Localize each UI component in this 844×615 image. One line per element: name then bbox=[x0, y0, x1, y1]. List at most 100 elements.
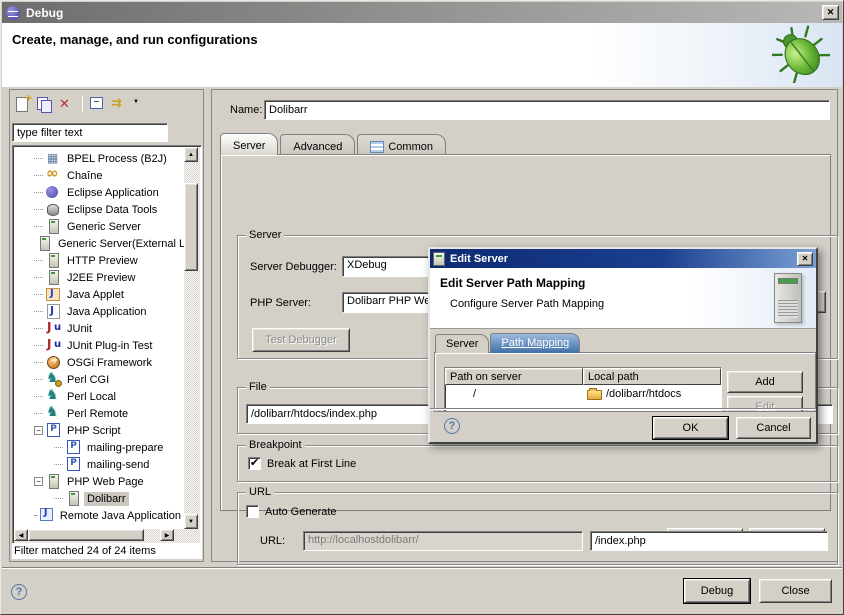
scroll-left-icon[interactable]: ◀ bbox=[14, 529, 28, 541]
cancel-button[interactable]: Cancel bbox=[736, 417, 811, 439]
dialog-subheading: Configure Server Path Mapping bbox=[450, 298, 604, 310]
delete-config-icon[interactable] bbox=[56, 94, 76, 114]
tree-item[interactable]: OSGi Framework bbox=[14, 354, 184, 371]
dialog-close-button[interactable]: ✕ bbox=[797, 252, 813, 266]
tree-guide bbox=[34, 311, 43, 312]
tree-item[interactable]: Perl Remote bbox=[14, 405, 184, 422]
folder-icon bbox=[587, 390, 602, 400]
tree-item[interactable]: HTTP Preview bbox=[14, 252, 184, 269]
close-button[interactable]: Close bbox=[759, 579, 832, 603]
tree-item[interactable]: mailing-send bbox=[14, 456, 184, 473]
tab-label: Path Mapping bbox=[501, 337, 569, 349]
tab-advanced[interactable]: Advanced bbox=[280, 134, 355, 155]
scroll-up-icon[interactable]: ▲ bbox=[184, 147, 198, 162]
tree-item-label: Generic Server bbox=[64, 220, 144, 234]
tree-guide bbox=[34, 226, 43, 227]
server-icon bbox=[65, 491, 81, 506]
tree-guide bbox=[34, 277, 43, 278]
titlebar[interactable]: Debug ✕ bbox=[2, 2, 842, 23]
tree-item-label: mailing-send bbox=[84, 458, 152, 472]
scroll-right-icon[interactable]: ▶ bbox=[160, 529, 174, 541]
edit-server-titlebar[interactable]: Edit Server ✕ bbox=[430, 249, 816, 268]
tree-item[interactable]: J2EE Preview bbox=[14, 269, 184, 286]
tree-item-label: Perl Remote bbox=[64, 407, 131, 421]
file-group-title: File bbox=[246, 381, 270, 393]
test-debugger-button: Test Debugger bbox=[252, 328, 350, 352]
collapse-all-icon[interactable] bbox=[87, 94, 107, 114]
server-group-title: Server bbox=[246, 229, 284, 241]
chain-icon bbox=[45, 168, 61, 183]
menu-dropdown-icon[interactable] bbox=[131, 94, 143, 114]
tree-item[interactable]: Java Application bbox=[14, 303, 184, 320]
tree-item-label: Perl CGI bbox=[64, 373, 112, 387]
url-path-input[interactable] bbox=[590, 531, 828, 551]
break-first-line-checkbox[interactable]: ✔ bbox=[248, 457, 261, 470]
auto-generate-checkbox[interactable]: ✔ bbox=[246, 505, 259, 518]
add-mapping-button[interactable]: Add bbox=[727, 371, 803, 393]
junit-icon bbox=[45, 321, 61, 336]
break-first-line-label: Break at First Line bbox=[267, 458, 356, 470]
help-icon[interactable]: ? bbox=[11, 584, 27, 600]
tree-item[interactable]: BPEL Process (B2J) bbox=[14, 150, 184, 167]
tree-item[interactable]: Generic Server bbox=[14, 218, 184, 235]
tree-item[interactable]: Eclipse Data Tools bbox=[14, 201, 184, 218]
tree-item-label: HTTP Preview bbox=[64, 254, 141, 268]
tree-item-label: Perl Local bbox=[64, 390, 119, 404]
breakpoint-group-title: Breakpoint bbox=[246, 439, 305, 451]
eclipse-icon bbox=[45, 185, 61, 200]
tree-item[interactable]: Java Applet bbox=[14, 286, 184, 303]
tree-item[interactable]: Perl Local bbox=[14, 388, 184, 405]
window-title: Debug bbox=[26, 6, 822, 20]
horizontal-scroll-thumb[interactable] bbox=[28, 529, 144, 541]
remote-java-icon bbox=[38, 508, 54, 523]
tree-item[interactable]: JUnit bbox=[14, 320, 184, 337]
filter-icon[interactable] bbox=[109, 94, 129, 114]
url-group-title: URL bbox=[246, 486, 274, 498]
tree-item[interactable]: Chaîne bbox=[14, 167, 184, 184]
vertical-scroll-thumb[interactable] bbox=[184, 183, 198, 271]
server-icon bbox=[45, 253, 61, 268]
tab-common[interactable]: Common bbox=[357, 134, 446, 155]
tree-horizontal-scrollbar[interactable]: ◀ ▶ bbox=[14, 529, 200, 543]
php-file-icon bbox=[65, 457, 81, 472]
column-header: Path on server bbox=[445, 368, 583, 385]
tree-item[interactable]: JUnit Plug-in Test bbox=[14, 337, 184, 354]
tree-item[interactable]: Perl CGI bbox=[14, 371, 184, 388]
duplicate-config-icon[interactable] bbox=[34, 94, 54, 114]
tree-item[interactable]: Dolibarr bbox=[14, 490, 184, 507]
window-close-button[interactable]: ✕ bbox=[822, 5, 839, 20]
tree-item[interactable]: Generic Server(External La bbox=[14, 235, 184, 252]
dialog-help-icon[interactable]: ? bbox=[444, 418, 460, 434]
ok-button[interactable]: OK bbox=[653, 417, 728, 439]
tree-item[interactable]: −PHP Script bbox=[14, 422, 184, 439]
tree-item-label: JUnit bbox=[64, 322, 95, 336]
collapse-node-icon[interactable]: − bbox=[34, 477, 43, 486]
perl-cgi-icon bbox=[45, 372, 61, 387]
tree-guide bbox=[34, 294, 43, 295]
tree-guide bbox=[34, 362, 43, 363]
server-icon bbox=[45, 219, 61, 234]
tree-item-label: mailing-prepare bbox=[84, 441, 166, 455]
tree-vertical-scrollbar[interactable]: ▲ ▼ bbox=[184, 147, 200, 529]
collapse-node-icon[interactable]: − bbox=[34, 426, 43, 435]
tree-guide bbox=[34, 260, 43, 261]
tree-item[interactable]: Eclipse Application bbox=[14, 184, 184, 201]
tab-server[interactable]: Server bbox=[435, 334, 489, 353]
tree-item-label: Eclipse Data Tools bbox=[64, 203, 160, 217]
perl-remote-icon bbox=[45, 406, 61, 421]
debug-button[interactable]: Debug bbox=[684, 579, 750, 603]
filter-input[interactable] bbox=[12, 123, 168, 142]
tree-guide bbox=[34, 515, 36, 516]
tree-item[interactable]: Remote Java Application bbox=[14, 507, 184, 524]
tree-guide bbox=[34, 209, 43, 210]
name-input[interactable] bbox=[264, 100, 830, 120]
dialog-footer: ? OK Cancel bbox=[430, 408, 816, 442]
tab-server[interactable]: Server bbox=[220, 133, 278, 155]
new-config-icon[interactable] bbox=[12, 94, 32, 114]
tab-path-mapping[interactable]: Path Mapping bbox=[490, 333, 580, 353]
mapping-row[interactable]: //dolibarr/htdocs bbox=[445, 385, 721, 402]
tree-guide bbox=[34, 158, 43, 159]
tree-item[interactable]: mailing-prepare bbox=[14, 439, 184, 456]
scroll-down-icon[interactable]: ▼ bbox=[184, 514, 198, 529]
tree-item[interactable]: −PHP Web Page bbox=[14, 473, 184, 490]
